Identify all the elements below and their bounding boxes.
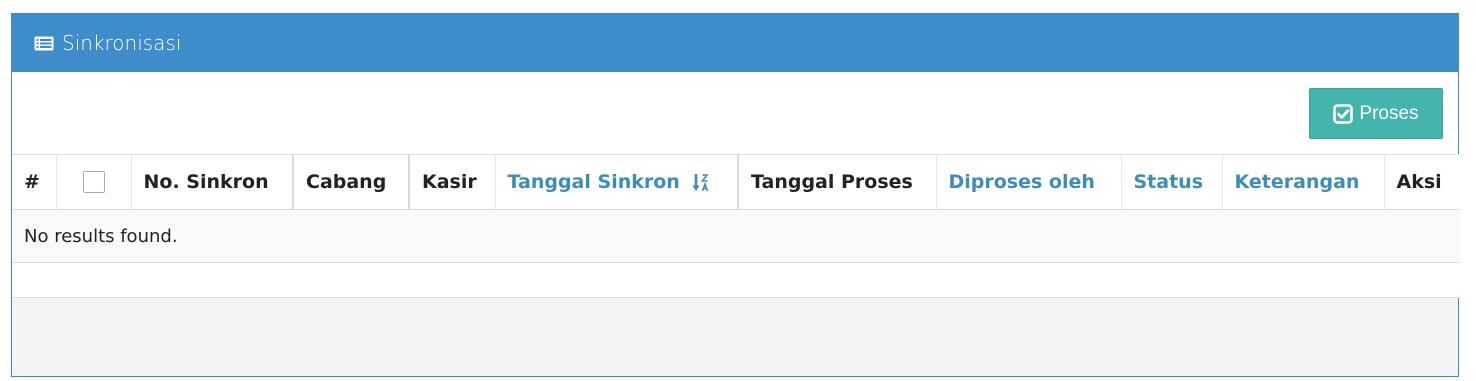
- sinkronisasi-panel: Sinkronisasi Proses # No. Sinkron Cabang…: [11, 13, 1460, 377]
- column-cabang: Cabang: [293, 154, 410, 210]
- list-alt-icon: [34, 36, 54, 50]
- column-index: #: [12, 154, 57, 210]
- column-tanggal-sinkron-label: Tanggal Sinkron: [507, 171, 680, 193]
- column-select-all: [56, 154, 132, 210]
- spacer-cell: [12, 262, 1460, 298]
- column-status[interactable]: Status: [1121, 154, 1223, 210]
- toolbar: Proses: [12, 72, 1458, 154]
- panel-title: Sinkronisasi: [62, 31, 182, 55]
- table-header-row: # No. Sinkron Cabang Kasir Tanggal Sinkr…: [12, 154, 1460, 210]
- sort-alpha-desc-icon: [692, 173, 710, 191]
- column-tanggal-sinkron[interactable]: Tanggal Sinkron: [495, 154, 739, 210]
- select-all-checkbox[interactable]: [82, 171, 105, 194]
- column-diproses-oleh[interactable]: Diproses oleh: [936, 154, 1122, 210]
- column-tanggal-proses: Tanggal Proses: [738, 154, 937, 210]
- column-kasir: Kasir: [409, 154, 496, 210]
- proses-button-label: Proses: [1359, 102, 1419, 124]
- spacer-row: [12, 262, 1460, 298]
- column-keterangan[interactable]: Keterangan: [1222, 154, 1385, 210]
- column-aksi: Aksi: [1384, 154, 1460, 210]
- panel-heading: Sinkronisasi: [12, 14, 1458, 72]
- empty-row: No results found.: [12, 209, 1460, 263]
- check-square-icon: [1333, 103, 1354, 124]
- empty-message: No results found.: [12, 209, 1460, 263]
- proses-button[interactable]: Proses: [1309, 88, 1443, 139]
- sync-table: # No. Sinkron Cabang Kasir Tanggal Sinkr…: [12, 154, 1460, 298]
- column-no-sinkron: No. Sinkron: [131, 154, 294, 210]
